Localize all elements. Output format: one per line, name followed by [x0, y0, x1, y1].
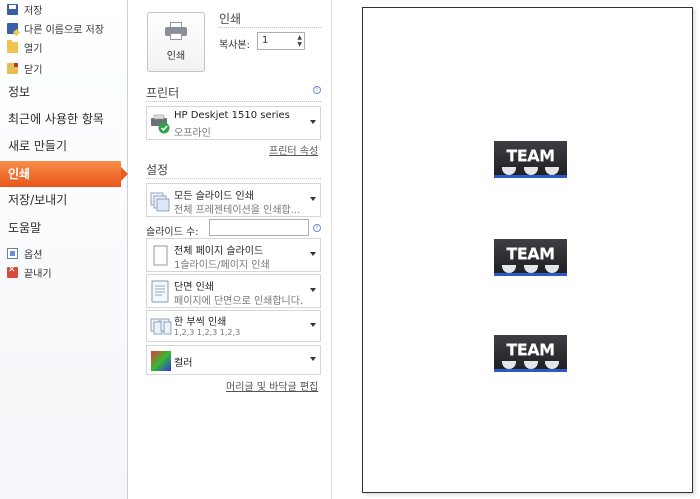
chevron-down-icon [310, 288, 316, 292]
team-image-text: TEAM [506, 244, 555, 263]
team-image: TEAM [494, 141, 567, 178]
nav-save-as-label: 다른 이름으로 저장 [24, 24, 104, 36]
chevron-down-icon [310, 252, 316, 256]
nav-close[interactable]: 닫기 [7, 59, 42, 77]
nav-open[interactable]: 열기 [7, 38, 42, 56]
slides-info-icon[interactable]: i [313, 224, 321, 232]
printer-icon [165, 22, 187, 40]
layout-sub: 1슬라이드/페이지 인쇄 [174, 260, 270, 271]
collate-sub: 1,2,3 1,2,3 1,2,3 [174, 328, 241, 337]
print-range-sub: 전체 프레젠테이션을 인쇄합... [174, 205, 301, 216]
team-image: TEAM [494, 239, 567, 276]
backstage-nav: 저장 다른 이름으로 저장 열기 닫기 정보 최근에 사용한 항목 새로 만들기… [0, 0, 128, 499]
open-folder-icon [7, 39, 18, 53]
chevron-down-icon [310, 323, 316, 327]
nav-info[interactable]: 정보 [0, 79, 128, 105]
printer-section-title: 프린터 [146, 86, 180, 100]
printer-properties-link[interactable]: 프린터 속성 [269, 142, 318, 157]
settings-section-divider [146, 178, 321, 179]
collate-icon [150, 317, 172, 339]
header-footer-link[interactable]: 머리글 및 바닥글 편집 [226, 378, 318, 393]
printer-ready-icon [150, 113, 170, 135]
layout-dropdown[interactable]: 전체 페이지 슬라이드 1슬라이드/페이지 인쇄 [146, 238, 321, 272]
nav-new[interactable]: 새로 만들기 [0, 133, 128, 159]
copies-spinner[interactable]: ▲ ▼ [297, 34, 302, 48]
chevron-down-icon [310, 197, 316, 201]
one-sided-icon [150, 280, 170, 303]
nav-save-as[interactable]: 다른 이름으로 저장 [7, 19, 104, 37]
team-image-text: TEAM [506, 146, 555, 165]
preview-page: TEAM TEAM TEAM [362, 7, 693, 493]
sides-title: 단면 인쇄 [174, 282, 214, 293]
full-page-slide-icon [150, 245, 170, 267]
sides-sub: 페이지에 단면으로 인쇄합니다. [174, 296, 304, 307]
chevron-down-icon [310, 120, 316, 124]
print-button-label: 인쇄 [166, 51, 186, 62]
color-title: 컬러 [174, 358, 193, 369]
chevron-down-icon [310, 357, 316, 361]
color-dropdown[interactable]: 컬러 [146, 345, 321, 375]
slides-input[interactable] [209, 219, 309, 236]
slides-label: 슬라이드 수: [146, 227, 199, 238]
options-icon [7, 247, 18, 259]
print-section-title: 인쇄 [219, 12, 242, 26]
layout-title: 전체 페이지 슬라이드 [174, 246, 264, 257]
copies-input[interactable]: 1 ▲ ▼ [257, 32, 305, 50]
printer-name: HP Deskjet 1510 series [174, 110, 290, 121]
print-section-divider [219, 27, 321, 28]
nav-help[interactable]: 도움말 [0, 215, 128, 241]
nav-close-label: 닫기 [24, 64, 43, 76]
nav-recent[interactable]: 최근에 사용한 항목 [0, 106, 128, 132]
color-icon [150, 350, 171, 372]
printer-section-divider [146, 101, 321, 102]
copies-value: 1 [262, 35, 269, 46]
nav-save[interactable]: 저장 [7, 0, 42, 18]
settings-section-title: 설정 [146, 163, 169, 177]
nav-options[interactable]: 옵션 [7, 244, 42, 262]
nav-open-label: 열기 [24, 43, 43, 55]
nav-save-label: 저장 [24, 5, 43, 17]
print-range-dropdown[interactable]: 모든 슬라이드 인쇄 전체 프레젠테이션을 인쇄합... [146, 183, 321, 217]
print-preview[interactable]: TEAM TEAM TEAM [331, 0, 700, 499]
exit-icon [7, 265, 18, 278]
team-image: TEAM [494, 335, 567, 372]
nav-save-send[interactable]: 저장/보내기 [0, 187, 128, 213]
slides-stack-icon [150, 190, 170, 212]
save-icon [7, 3, 18, 15]
nav-print[interactable]: 인쇄 [0, 161, 128, 187]
printer-status: 오프라인 [174, 128, 211, 139]
close-file-icon [7, 62, 18, 74]
nav-options-label: 옵션 [24, 249, 43, 261]
team-image-text: TEAM [506, 340, 555, 359]
collate-title: 한 부씩 인쇄 [174, 317, 227, 328]
sides-dropdown[interactable]: 단면 인쇄 페이지에 단면으로 인쇄합니다. [146, 274, 321, 308]
print-range-title: 모든 슬라이드 인쇄 [174, 191, 254, 202]
printer-info-icon[interactable]: i [313, 86, 321, 94]
printer-dropdown[interactable]: HP Deskjet 1510 series 오프라인 [146, 106, 321, 140]
save-as-icon [7, 22, 18, 34]
print-settings-panel: 인쇄 인쇄 복사본: 1 ▲ ▼ 프린터 i HP Deskjet 1510 se… [129, 0, 330, 499]
nav-exit-label: 끝내기 [24, 268, 52, 280]
copies-label: 복사본: [219, 40, 250, 51]
collate-dropdown[interactable]: 한 부씩 인쇄 1,2,3 1,2,3 1,2,3 [146, 310, 321, 342]
nav-exit[interactable]: 끝내기 [7, 263, 52, 281]
print-button[interactable]: 인쇄 [147, 12, 205, 72]
